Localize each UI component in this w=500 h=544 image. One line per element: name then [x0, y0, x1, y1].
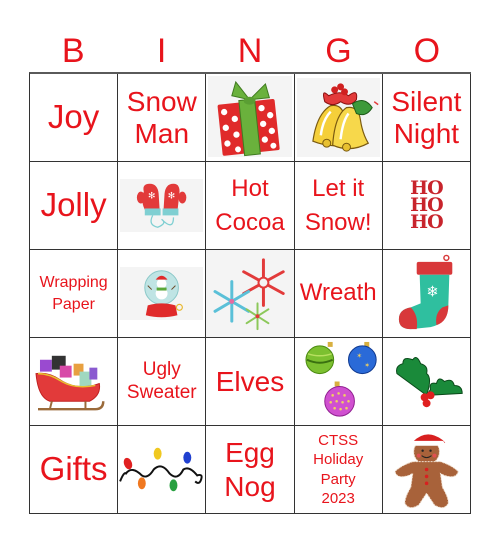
bingo-cell-christmas-lights[interactable]: [118, 426, 207, 514]
bingo-cell-elves[interactable]: Elves: [206, 338, 295, 426]
gift-icon: [217, 80, 281, 157]
cell-label: Snow Man: [126, 86, 197, 149]
svg-text:✶: ✶: [356, 352, 362, 360]
bingo-cell-ornaments[interactable]: ✶ ✶: [294, 338, 383, 426]
svg-text:❄: ❄: [426, 283, 438, 300]
bingo-cell-snow-globe[interactable]: [118, 250, 207, 338]
bingo-grid: Joy Snow Man Silent Night Jolly ✻ ✻ Hot …: [29, 72, 471, 514]
svg-text:✶: ✶: [364, 362, 370, 370]
sleigh-icon: [35, 355, 105, 411]
cell-label: Joy: [47, 98, 100, 136]
cell-label: Hot Cocoa: [215, 174, 285, 236]
bingo-cell-sleigh[interactable]: [30, 338, 119, 426]
bingo-cell-jolly[interactable]: Jolly: [30, 162, 119, 250]
snow-globe-icon: [144, 270, 184, 318]
bingo-cell-joy[interactable]: Joy: [30, 74, 119, 162]
bells-icon: [311, 83, 379, 152]
bingo-cell-wrapping-paper[interactable]: Wrapping Paper: [30, 250, 119, 338]
header-letter-g: G: [325, 32, 352, 70]
cell-label: Wreath: [299, 279, 377, 307]
cell-label: Egg Nog: [224, 436, 276, 502]
cell-label: CTSS Holiday Party 2023: [313, 431, 364, 508]
gingerbread-man-icon: [394, 434, 459, 509]
header-letter-b: B: [61, 32, 85, 70]
bingo-cell-stocking[interactable]: ❄: [382, 250, 471, 338]
snowflakes-icon: [213, 258, 286, 331]
cell-label: Elves: [215, 365, 285, 397]
bingo-cell-gingerbread-man[interactable]: [382, 426, 471, 514]
bingo-cell-wreath[interactable]: Wreath: [294, 250, 383, 338]
bingo-cell-ugly-sweater[interactable]: Ugly Sweater: [118, 338, 207, 426]
bingo-cell-ho-ho-ho[interactable]: HO HO HO: [382, 162, 471, 250]
ho-text: HO: [410, 211, 444, 234]
holly-icon: [395, 357, 463, 408]
bingo-cell-silent-night[interactable]: Silent Night: [382, 74, 471, 162]
ho-ho-ho-icon: HO HO HO: [410, 178, 444, 234]
mittens-icon: ✻ ✻: [137, 183, 187, 228]
cell-label: Gifts: [39, 450, 108, 488]
bingo-cell-bells[interactable]: [294, 74, 383, 162]
bingo-cell-let-it-snow[interactable]: Let it Snow!: [294, 162, 383, 250]
cell-label: Wrapping Paper: [39, 273, 108, 313]
stocking-icon: ❄: [398, 254, 453, 330]
ornaments-icon: ✶ ✶: [305, 341, 377, 417]
header-letter-n: N: [237, 32, 263, 70]
bingo-cell-hot-cocoa[interactable]: Hot Cocoa: [206, 162, 295, 250]
header-letter-o: O: [413, 32, 441, 70]
cell-label: Silent Night: [391, 86, 462, 149]
bingo-cell-mittens[interactable]: ✻ ✻: [118, 162, 207, 250]
bingo-cell-snowflakes[interactable]: [206, 250, 295, 338]
bingo-header: B I N G O: [29, 30, 471, 72]
bingo-cell-holly[interactable]: [382, 338, 471, 426]
cell-label: Jolly: [40, 186, 107, 224]
svg-text:✻: ✻: [168, 192, 175, 202]
svg-text:✻: ✻: [148, 192, 155, 202]
bingo-cell-gifts[interactable]: Gifts: [30, 426, 119, 514]
bingo-cell-ctss-holiday-party[interactable]: CTSS Holiday Party 2023: [294, 426, 383, 514]
cell-label: Ugly Sweater: [126, 358, 197, 403]
christmas-lights-icon: [119, 447, 203, 492]
cell-label: Let it Snow!: [304, 174, 372, 236]
bingo-cell-gift[interactable]: [206, 74, 295, 162]
bingo-cell-snow-man[interactable]: Snow Man: [118, 74, 207, 162]
header-letter-i: I: [156, 32, 167, 70]
bingo-cell-egg-nog[interactable]: Egg Nog: [206, 426, 295, 514]
